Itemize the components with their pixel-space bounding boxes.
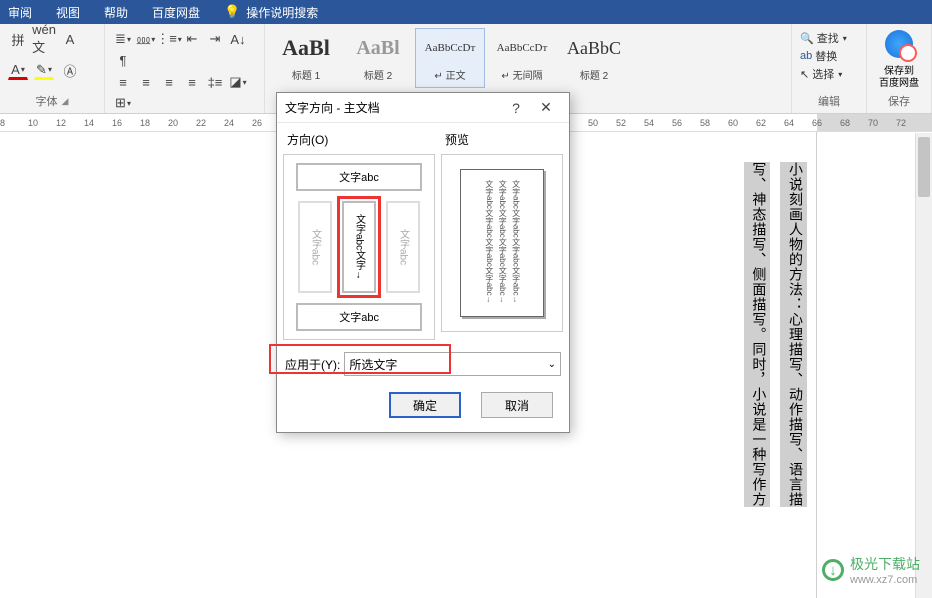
- page-edge: [816, 132, 817, 598]
- enclose-char-icon[interactable]: Ⓐ: [60, 62, 80, 80]
- direction-vertical-selected[interactable]: 文字abc文字→: [342, 201, 376, 293]
- sort-icon[interactable]: A↓: [228, 30, 248, 48]
- vertical-scrollbar[interactable]: [915, 133, 932, 598]
- dialog-help-button[interactable]: ?: [501, 100, 531, 116]
- char-shading-icon[interactable]: A: [60, 30, 80, 48]
- replace-icon: ab: [800, 50, 812, 62]
- align-center-icon[interactable]: ≡: [136, 73, 156, 91]
- direction-label: 方向(O): [283, 129, 435, 154]
- ribbon-group-edit: 🔍查找▾ ab替换 ↖选择▾ 编辑: [792, 24, 867, 113]
- preview-panel: 预览 文字abc文字abc文字abc文字abc→ 文字abc文字abc文字abc…: [441, 129, 563, 340]
- show-marks-icon[interactable]: ¶: [113, 51, 133, 69]
- preview-page: 文字abc文字abc文字abc文字abc→ 文字abc文字abc文字abc文字a…: [460, 169, 544, 317]
- style-item-1[interactable]: AaBl标题 2: [343, 28, 413, 88]
- menu-bar: 审阅 视图 帮助 百度网盘 💡 操作说明搜索: [0, 0, 932, 24]
- align-left-icon[interactable]: ≡: [113, 73, 133, 91]
- preview-label: 预览: [441, 129, 563, 154]
- direction-panel: 方向(O) 文字abc 文字abc 文字abc文字→ 文字abc 文字abc: [283, 129, 435, 340]
- style-item-2[interactable]: AaBbCcDт↵ 正文: [415, 28, 485, 88]
- decrease-indent-icon[interactable]: ⇤: [182, 30, 202, 48]
- font-color-icon[interactable]: A▾: [8, 62, 28, 80]
- highlight-icon[interactable]: ✎▾: [34, 62, 54, 80]
- select-button[interactable]: ↖选择▾: [800, 66, 858, 82]
- ribbon-group-paragraph: ≣▾ ⅏▾ ⋮≡▾ ⇤ ⇥ A↓ ¶ ≡ ≡ ≡ ≡ ‡≡ ◪▾ ⊞▾ 段落◢: [105, 24, 265, 113]
- scrollbar-thumb[interactable]: [918, 137, 930, 197]
- style-item-4[interactable]: AaBbC标题 2: [559, 28, 629, 88]
- style-item-0[interactable]: AaBl标题 1: [271, 28, 341, 88]
- menu-view[interactable]: 视图: [56, 4, 80, 21]
- numbering-icon[interactable]: ⅏▾: [136, 30, 156, 48]
- replace-button[interactable]: ab替换: [800, 48, 858, 64]
- style-item-3[interactable]: AaBbCcDт↵ 无间隔: [487, 28, 557, 88]
- find-button[interactable]: 🔍查找▾: [800, 30, 858, 46]
- cancel-button[interactable]: 取消: [481, 392, 553, 418]
- dialog-title: 文字方向 - 主文档: [285, 99, 501, 116]
- document-text[interactable]: 小说刻画人物的方法：心理描写、动作描写、语言描 写、神态描写、侧面描写。同时，小…: [744, 162, 807, 507]
- download-icon: ↓: [822, 559, 844, 581]
- ok-button[interactable]: 确定: [389, 392, 461, 418]
- apply-to-select[interactable]: 所选文字 ⌄: [344, 352, 561, 376]
- apply-to-row: 应用于(Y): 所选文字 ⌄: [277, 346, 569, 382]
- menu-baidu[interactable]: 百度网盘: [152, 4, 200, 21]
- search-icon: 🔍: [800, 32, 814, 45]
- text-direction-dialog: 文字方向 - 主文档 ? ✕ 方向(O) 文字abc 文字abc 文字abc文字…: [276, 92, 570, 433]
- dialog-titlebar[interactable]: 文字方向 - 主文档 ? ✕: [277, 93, 569, 123]
- justify-icon[interactable]: ≡: [182, 73, 202, 91]
- font-dialog-launcher[interactable]: ◢: [62, 96, 69, 107]
- line-spacing-icon[interactable]: ‡≡: [205, 73, 225, 91]
- direction-horizontal-rtl[interactable]: 文字abc: [296, 303, 422, 331]
- watermark: ↓ 极光下载站 www.xz7.com: [822, 554, 920, 586]
- direction-rotate90[interactable]: 文字abc: [386, 201, 420, 293]
- baidu-save-button[interactable]: [883, 30, 915, 62]
- bulb-icon: 💡: [224, 4, 240, 20]
- multilevel-icon[interactable]: ⋮≡▾: [159, 30, 179, 48]
- ribbon-group-font: 拼 wén文 A A▾ ✎▾ Ⓐ 字体◢: [0, 24, 105, 113]
- dialog-close-button[interactable]: ✕: [531, 99, 561, 116]
- borders-icon[interactable]: ⊞▾: [113, 94, 133, 112]
- apply-to-label: 应用于(Y):: [285, 356, 340, 373]
- text-column-1[interactable]: 小说刻画人物的方法：心理描写、动作描写、语言描: [780, 162, 807, 507]
- cursor-icon: ↖: [800, 68, 809, 81]
- menu-review[interactable]: 审阅: [8, 4, 32, 21]
- menu-help[interactable]: 帮助: [104, 4, 128, 21]
- tell-me-search[interactable]: 💡 操作说明搜索: [224, 4, 318, 21]
- character-border-icon[interactable]: wén文: [34, 30, 54, 48]
- ribbon-group-baidu: 保存到 百度网盘 保存: [867, 24, 932, 113]
- increase-indent-icon[interactable]: ⇥: [205, 30, 225, 48]
- text-column-2[interactable]: 写、神态描写、侧面描写。同时，小说是一种写作方: [744, 162, 771, 507]
- phonetic-guide-icon[interactable]: 拼: [8, 30, 28, 48]
- align-right-icon[interactable]: ≡: [159, 73, 179, 91]
- chevron-down-icon: ⌄: [548, 359, 556, 370]
- bullets-icon[interactable]: ≣▾: [113, 30, 133, 48]
- shading-icon[interactable]: ◪▾: [228, 73, 248, 91]
- direction-rotate270[interactable]: 文字abc: [298, 201, 332, 293]
- direction-horizontal[interactable]: 文字abc: [296, 163, 422, 191]
